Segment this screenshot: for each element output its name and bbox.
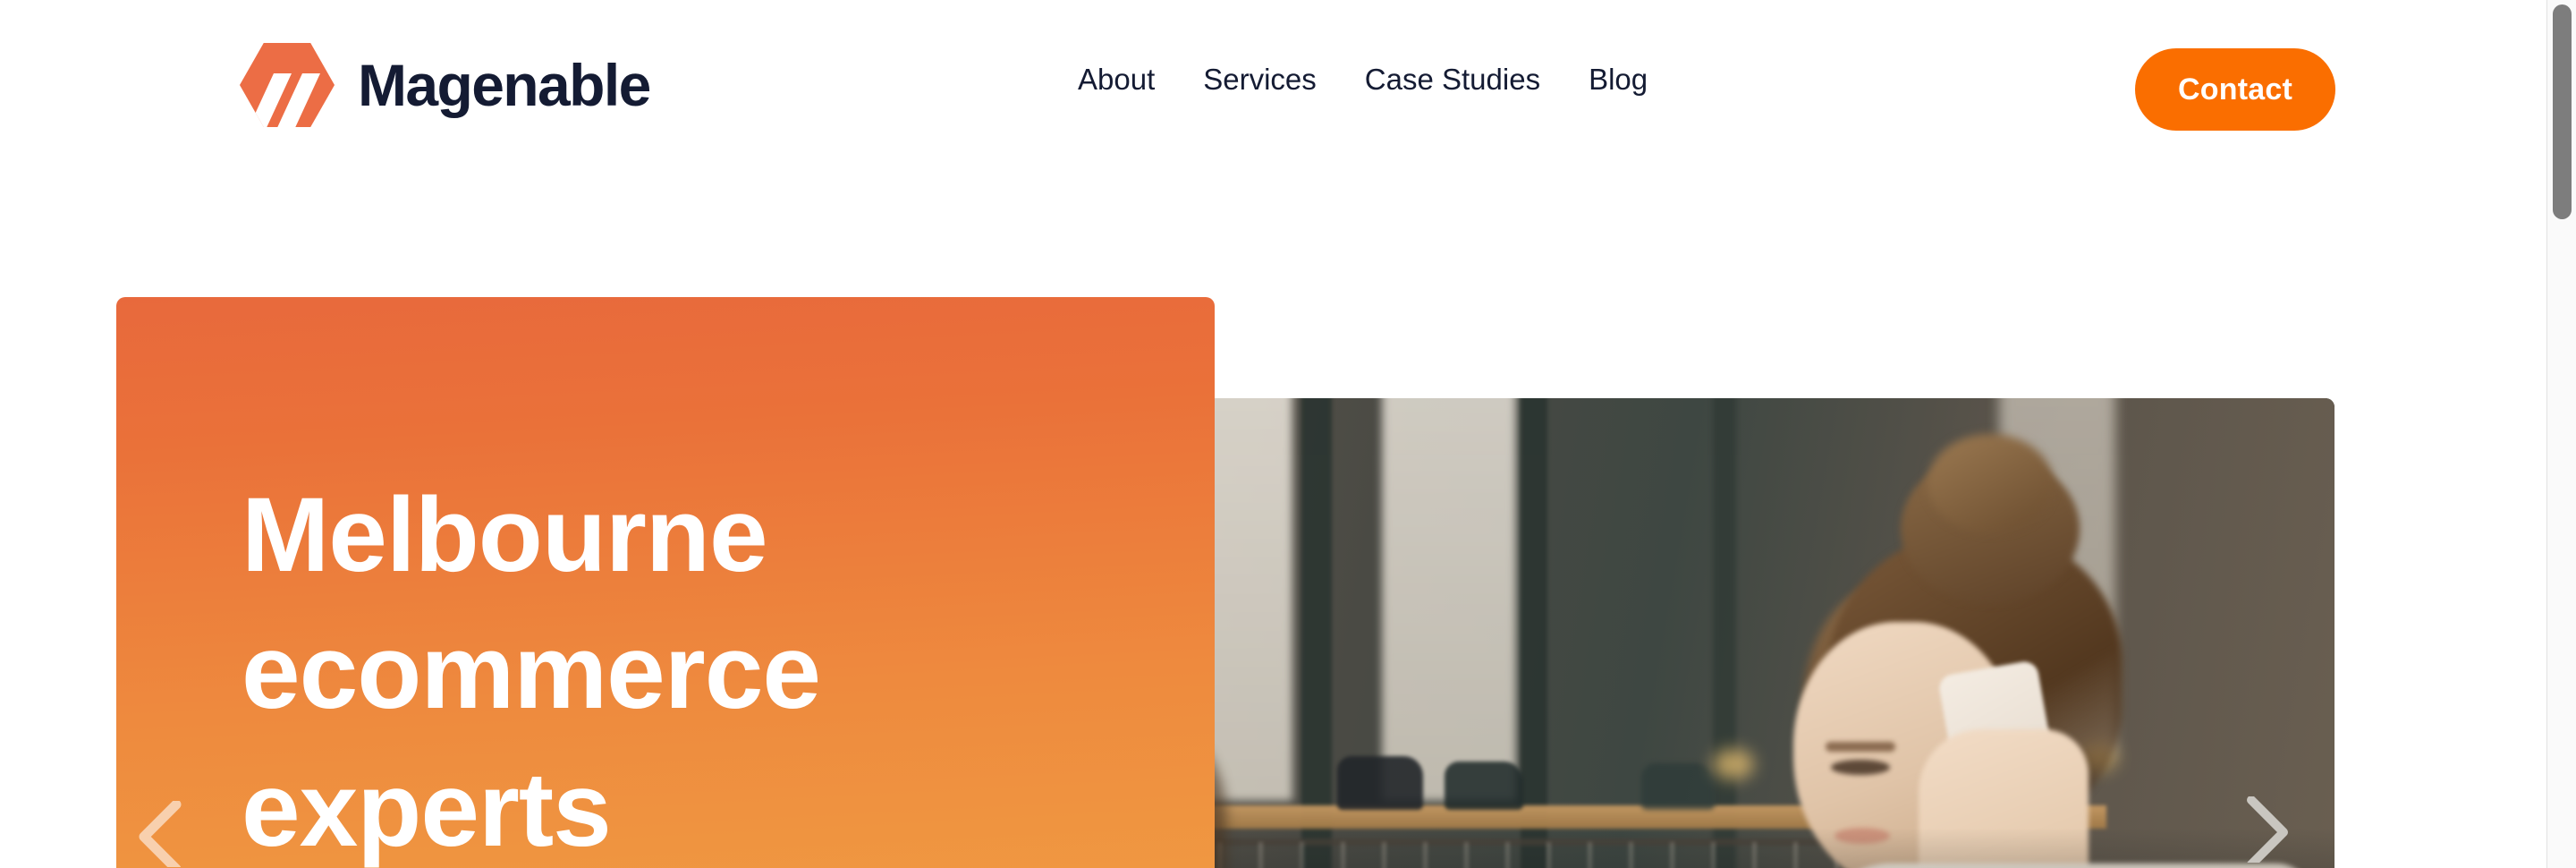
nav-item-services[interactable]: Services [1179, 64, 1341, 94]
photo-window-mullion [1521, 398, 1547, 868]
hero-orange-panel: Melbourne ecommerce experts [116, 297, 1215, 868]
hero-heading: Melbourne ecommerce experts [242, 476, 821, 868]
browser-viewport: Melbourne ecommerce experts Magenable Ab… [0, 0, 2546, 868]
photo-window-mullion [1713, 398, 1736, 868]
magenable-hexagon-logo-icon [240, 43, 335, 127]
nav-item-blog[interactable]: Blog [1564, 64, 1672, 94]
site-header: Magenable About Services Case Studies Bl… [0, 0, 2546, 170]
carousel-prev-arrow[interactable] [130, 801, 196, 867]
browser-scrollbar[interactable] [2546, 0, 2576, 868]
nav-item-about[interactable]: About [1078, 64, 1179, 94]
photo-window-pane [1382, 398, 1516, 801]
photo-bokeh-light [1713, 749, 1754, 779]
photo-shoe [1445, 762, 1523, 810]
nav-item-case-studies[interactable]: Case Studies [1341, 64, 1564, 94]
photo-woman-eyebrow [1826, 742, 1895, 752]
chevron-right-icon [2247, 796, 2288, 863]
main-navigation: About Services Case Studies Blog [1078, 64, 1672, 94]
chevron-left-icon [139, 801, 182, 867]
photo-shoe [1337, 756, 1423, 810]
photo-window-mullion [1301, 398, 1332, 868]
contact-button-label: Contact [2178, 72, 2292, 106]
photo-shoe [1641, 763, 1715, 810]
photo-woman-eye [1831, 760, 1890, 775]
contact-button[interactable]: Contact [2135, 48, 2335, 131]
brand-name: Magenable [358, 52, 651, 118]
brand-logo[interactable]: Magenable [240, 43, 651, 127]
scrollbar-thumb[interactable] [2553, 4, 2572, 219]
page-root: Melbourne ecommerce experts Magenable Ab… [0, 0, 2576, 868]
photo-woman-hair-bun [1928, 434, 2053, 532]
carousel-next-arrow[interactable] [2232, 796, 2298, 863]
